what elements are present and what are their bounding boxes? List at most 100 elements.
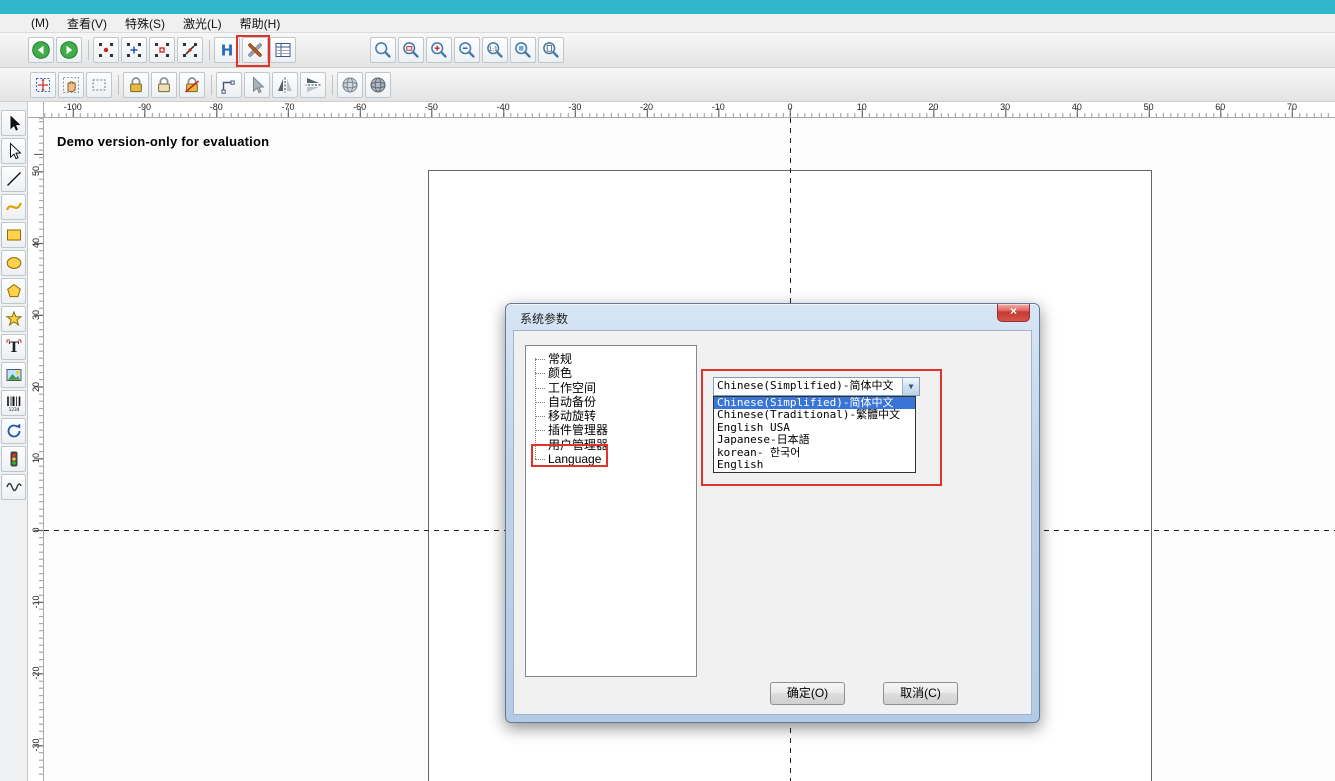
language-option[interactable]: Chinese(Simplified)-简体中文 — [714, 397, 915, 409]
zoom-objects-icon[interactable] — [510, 37, 536, 63]
unlock-icon[interactable] — [179, 72, 205, 98]
ruler-label: 70 — [1287, 102, 1297, 112]
system-parameters-icon[interactable] — [242, 37, 268, 63]
node-tool-4-icon[interactable] — [177, 37, 203, 63]
bitmap-tool-icon[interactable] — [1, 362, 26, 388]
node-tool-1-icon[interactable] — [93, 37, 119, 63]
close-icon[interactable]: × — [997, 304, 1030, 322]
hatch-sphere-2-icon[interactable] — [365, 72, 391, 98]
ruler-label: 40 — [1072, 102, 1082, 112]
node-edit-tool-icon[interactable] — [1, 138, 26, 164]
language-option[interactable]: Japanese-日本語 — [714, 434, 915, 446]
polygon-tool-icon[interactable] — [1, 278, 26, 304]
edit-toolbar — [0, 68, 1335, 102]
select-move-icon[interactable] — [30, 72, 56, 98]
node-tool-2-icon[interactable] — [121, 37, 147, 63]
drawing-tool-palette: T 1234 — [0, 102, 28, 781]
zoom-dynamic-icon[interactable] — [370, 37, 396, 63]
svg-text:1:1: 1:1 — [489, 47, 498, 53]
menu-draw[interactable]: (M) — [22, 15, 58, 31]
object-list-icon[interactable] — [270, 37, 296, 63]
ruler-label: 0 — [787, 102, 792, 112]
ruler-corner — [28, 102, 44, 118]
svg-text:H: H — [221, 42, 234, 60]
barcode-tool-icon[interactable]: 1234 — [1, 390, 26, 416]
select-tool-icon[interactable] — [1, 110, 26, 136]
tree-item-自动备份[interactable]: 自动备份 — [532, 395, 692, 409]
dialog-client-area: 常规颜色工作空间自动备份移动旋转插件管理器用户管理器Language Chine… — [513, 330, 1032, 715]
zoom-out-icon[interactable] — [454, 37, 480, 63]
pick-arrow-icon[interactable] — [244, 72, 270, 98]
lock-light-icon[interactable] — [151, 72, 177, 98]
tree-item-移动旋转[interactable]: 移动旋转 — [532, 409, 692, 423]
cancel-button[interactable]: 取消(C) — [883, 682, 958, 705]
language-option[interactable]: Chinese(Traditional)-繁體中文 — [714, 409, 915, 421]
ruler-label: -10 — [31, 595, 41, 608]
ruler-label: 50 — [1144, 102, 1154, 112]
ruler-label: -20 — [640, 102, 653, 112]
language-option[interactable]: English USA — [714, 422, 915, 434]
window-titlebar — [0, 0, 1335, 14]
text-tool-icon[interactable]: T — [1, 334, 26, 360]
back-icon[interactable] — [28, 37, 54, 63]
tree-item-常规[interactable]: 常规 — [532, 352, 692, 366]
snap-corner-icon[interactable] — [216, 72, 242, 98]
menu-special[interactable]: 特殊(S) — [116, 14, 174, 33]
menu-bar: (M)查看(V)特殊(S)激光(L)帮助(H) — [0, 14, 1335, 33]
toolbar-separator — [207, 72, 216, 98]
ruler-label: -40 — [497, 102, 510, 112]
line-tool-icon[interactable] — [1, 166, 26, 192]
tree-item-工作空间[interactable]: 工作空间 — [532, 381, 692, 395]
lock-icon[interactable] — [123, 72, 149, 98]
wave-tool-icon[interactable] — [1, 474, 26, 500]
tree-item-language[interactable]: Language — [532, 452, 692, 466]
forward-icon[interactable] — [56, 37, 82, 63]
dialog-title[interactable]: 系统参数 — [520, 310, 568, 327]
ruler-label: 20 — [31, 382, 41, 392]
rotate-tool-icon[interactable] — [1, 418, 26, 444]
zoom-in-icon[interactable] — [426, 37, 452, 63]
ruler-label: 60 — [1215, 102, 1225, 112]
tree-item-用户管理器[interactable]: 用户管理器 — [532, 438, 692, 452]
mirror-horizontal-icon[interactable] — [272, 72, 298, 98]
chevron-down-icon[interactable]: ▼ — [902, 378, 919, 395]
ruler-label: -80 — [210, 102, 223, 112]
rectangle-tool-icon[interactable] — [1, 222, 26, 248]
ok-button[interactable]: 确定(O) — [770, 682, 845, 705]
hatch-sphere-1-icon[interactable] — [337, 72, 363, 98]
language-combobox[interactable]: Chinese(Simplified)-简体中文 ▼ — [713, 377, 920, 396]
pan-hand-icon[interactable] — [58, 72, 84, 98]
horizontal-ruler: -100-90-80-70-60-50-40-30-20-10010203040… — [44, 102, 1335, 118]
zoom-window-icon[interactable] — [398, 37, 424, 63]
zoom-page-icon[interactable] — [538, 37, 564, 63]
ellipse-tool-icon[interactable] — [1, 250, 26, 276]
system-params-dialog: 系统参数 × 常规颜色工作空间自动备份移动旋转插件管理器用户管理器Languag… — [505, 303, 1040, 723]
ruler-label: 20 — [928, 102, 938, 112]
language-dropdown-list: Chinese(Simplified)-简体中文Chinese(Traditio… — [713, 396, 916, 473]
marquee-icon[interactable] — [86, 72, 112, 98]
language-option[interactable]: korean- 한국어 — [714, 447, 915, 459]
curve-tool-icon[interactable] — [1, 194, 26, 220]
menu-laser[interactable]: 激光(L) — [174, 14, 231, 33]
menu-help[interactable]: 帮助(H) — [231, 14, 290, 33]
ruler-label: -90 — [138, 102, 151, 112]
tree-item-颜色[interactable]: 颜色 — [532, 366, 692, 380]
toolbar-separator — [114, 72, 123, 98]
demo-watermark: Demo version-only for evaluation — [57, 134, 269, 149]
laser-control-icon[interactable] — [1, 446, 26, 472]
language-option[interactable]: English — [714, 459, 915, 471]
svg-text:T: T — [8, 340, 19, 356]
mirror-vertical-icon[interactable] — [300, 72, 326, 98]
star-tool-icon[interactable] — [1, 306, 26, 332]
hatch-icon[interactable]: H — [214, 37, 240, 63]
ruler-label: 30 — [1000, 102, 1010, 112]
menu-view[interactable]: 查看(V) — [58, 14, 116, 33]
zoom-actual-icon[interactable]: 1:1 — [482, 37, 508, 63]
language-combobox-value: Chinese(Simplified)-简体中文 — [717, 379, 893, 392]
ruler-label: 30 — [31, 310, 41, 320]
tree-item-插件管理器[interactable]: 插件管理器 — [532, 423, 692, 437]
toolbar-separator — [84, 37, 93, 63]
ruler-label: -30 — [31, 739, 41, 752]
node-tool-3-icon[interactable] — [149, 37, 175, 63]
settings-tree: 常规颜色工作空间自动备份移动旋转插件管理器用户管理器Language — [525, 345, 697, 677]
